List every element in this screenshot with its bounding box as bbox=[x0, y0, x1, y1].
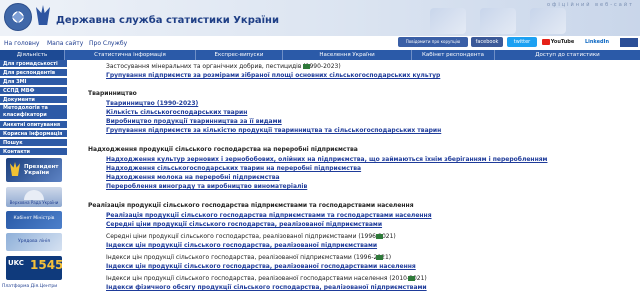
section-heading-livestock: Тваринництво bbox=[88, 90, 137, 97]
report-corruption-button[interactable]: Повідомити про корупцію bbox=[398, 37, 468, 47]
parliament-dome-icon bbox=[24, 190, 44, 200]
xls-icon[interactable] bbox=[300, 63, 310, 70]
sidebar-item-methodology[interactable]: Методологія та класифікатори bbox=[0, 105, 67, 120]
xls-icon[interactable] bbox=[373, 254, 383, 261]
promo-ukc-1545[interactable]: UKC 1545 bbox=[6, 256, 62, 280]
twitter-button[interactable]: twitter bbox=[507, 37, 537, 47]
list-item-link[interactable]: Індекси фізичного обсягу продукції сільс… bbox=[106, 284, 427, 291]
decor-shape bbox=[430, 8, 466, 34]
list-item-link[interactable]: Групування підприємств за кількістю прод… bbox=[106, 127, 441, 134]
site-title: Державна служба статистики України bbox=[56, 15, 279, 26]
sitemap-link[interactable]: Мапа сайту bbox=[47, 40, 83, 47]
list-item-link[interactable]: Індекси цін продукції сільського господа… bbox=[106, 242, 377, 249]
logo-emblem-icon[interactable] bbox=[4, 3, 32, 31]
main-content: Застосування мінеральних та органічних д… bbox=[70, 60, 640, 293]
about-link[interactable]: Про Службу bbox=[89, 40, 127, 47]
sidebar-item-respondents[interactable]: Для респондентів bbox=[0, 69, 67, 77]
decor-shape bbox=[530, 8, 566, 34]
promo-parliament-label: Верховна Рада України bbox=[9, 200, 59, 205]
list-item-link[interactable]: Виробництво продукції тваринництва за її… bbox=[106, 118, 282, 125]
list-item-link[interactable]: Перероблення винограду та виробництво ви… bbox=[106, 183, 307, 190]
sidebar-item-useful-info[interactable]: Корисна інформація bbox=[0, 130, 67, 138]
list-item-link[interactable]: Кількість сільськогосподарських тварин bbox=[106, 109, 247, 116]
promo-president-label: Президент України bbox=[24, 164, 59, 176]
nav-express-releases[interactable]: Експрес-випуски bbox=[196, 50, 283, 60]
list-item-link[interactable]: Групування підприємств за розмірами зібр… bbox=[106, 72, 440, 79]
header-banner: Державна служба статистики України офіці… bbox=[0, 0, 640, 36]
promo-government-line[interactable]: Урядова лінія bbox=[6, 233, 62, 251]
nav-population[interactable]: Населення України bbox=[283, 50, 412, 60]
promo-president[interactable]: Президент України bbox=[6, 158, 62, 182]
sidebar: Для громадськості Для респондентів Для З… bbox=[0, 60, 67, 293]
list-item: Середні ціни продукції сільського господ… bbox=[106, 233, 396, 240]
decor-shape bbox=[480, 8, 516, 34]
list-item-link[interactable]: Надходження культур зернових і зернобобо… bbox=[106, 156, 547, 163]
youtube-button[interactable]: YouTube bbox=[541, 37, 575, 47]
facebook-button[interactable]: facebook bbox=[471, 37, 503, 47]
language-switch[interactable] bbox=[620, 38, 638, 47]
promo-cabinet[interactable]: Кабінет Міністрів bbox=[6, 211, 62, 229]
nav-access-statistics[interactable]: Доступ до статистики bbox=[495, 50, 640, 60]
sidebar-item-surveys[interactable]: Анкетні опитування bbox=[0, 121, 67, 129]
sidebar-item-contacts[interactable]: Контакти bbox=[0, 148, 67, 156]
linkedin-button[interactable]: LinkedIn bbox=[578, 37, 616, 47]
promo-cabinet-label: Кабінет Міністрів bbox=[13, 216, 55, 221]
section-heading-sales: Реалізація продукції сільського господар… bbox=[88, 202, 414, 209]
home-link[interactable]: На головну bbox=[4, 40, 39, 47]
list-item: Індекси цін продукції сільського господа… bbox=[106, 275, 427, 282]
list-item: Індекси цін продукції сільського господа… bbox=[106, 254, 392, 261]
list-item-link[interactable]: Індекси цін продукції сільського господа… bbox=[106, 263, 416, 270]
official-site-label: офіційний веб-сайт bbox=[546, 2, 634, 8]
sidebar-item-public[interactable]: Для громадськості bbox=[0, 60, 67, 68]
sidebar-item-sspd[interactable]: ССПД МВФ bbox=[0, 87, 67, 95]
nav-respondent-cabinet[interactable]: Кабінет респондента bbox=[412, 50, 495, 60]
list-item-link[interactable]: Надходження сільськогосподарських тварин… bbox=[106, 165, 361, 172]
ukc-logo-icon: UKC bbox=[8, 259, 24, 267]
main-navigation: Діяльність Статистична інформація Експре… bbox=[0, 50, 640, 60]
top-utility-bar: На головну Мапа сайту Про Службу Повідом… bbox=[0, 36, 640, 50]
promo-diia-label[interactable]: Платформа Дія.Центри bbox=[2, 284, 66, 289]
xls-icon[interactable] bbox=[405, 275, 415, 282]
sidebar-item-search[interactable]: Пошук bbox=[0, 139, 67, 147]
sidebar-item-documents[interactable]: Документи bbox=[0, 96, 67, 104]
list-item-link[interactable]: Тваринництво (1990-2023) bbox=[106, 100, 198, 107]
list-item-link[interactable]: Середні ціни продукції сільського господ… bbox=[106, 221, 382, 228]
trident-icon bbox=[10, 162, 20, 176]
xls-icon[interactable] bbox=[373, 233, 383, 240]
nav-statistical-info[interactable]: Статистична інформація bbox=[65, 50, 196, 60]
section-heading-processing: Надходження продукції сільського господа… bbox=[88, 146, 358, 153]
list-item-link[interactable]: Надходження молока на переробні підприєм… bbox=[106, 174, 280, 181]
youtube-label: YouTube bbox=[550, 39, 575, 45]
promo-government-line-label: Урядова лінія bbox=[17, 239, 51, 244]
trident-icon bbox=[36, 5, 50, 25]
sidebar-item-media[interactable]: Для ЗМІ bbox=[0, 78, 67, 86]
promo-parliament[interactable]: Верховна Рада України bbox=[6, 187, 62, 207]
list-item-link[interactable]: Реалізація продукції сільського господар… bbox=[106, 212, 432, 219]
hotline-1545-icon: 1545 bbox=[30, 258, 62, 272]
nav-activity[interactable]: Діяльність bbox=[0, 50, 65, 60]
